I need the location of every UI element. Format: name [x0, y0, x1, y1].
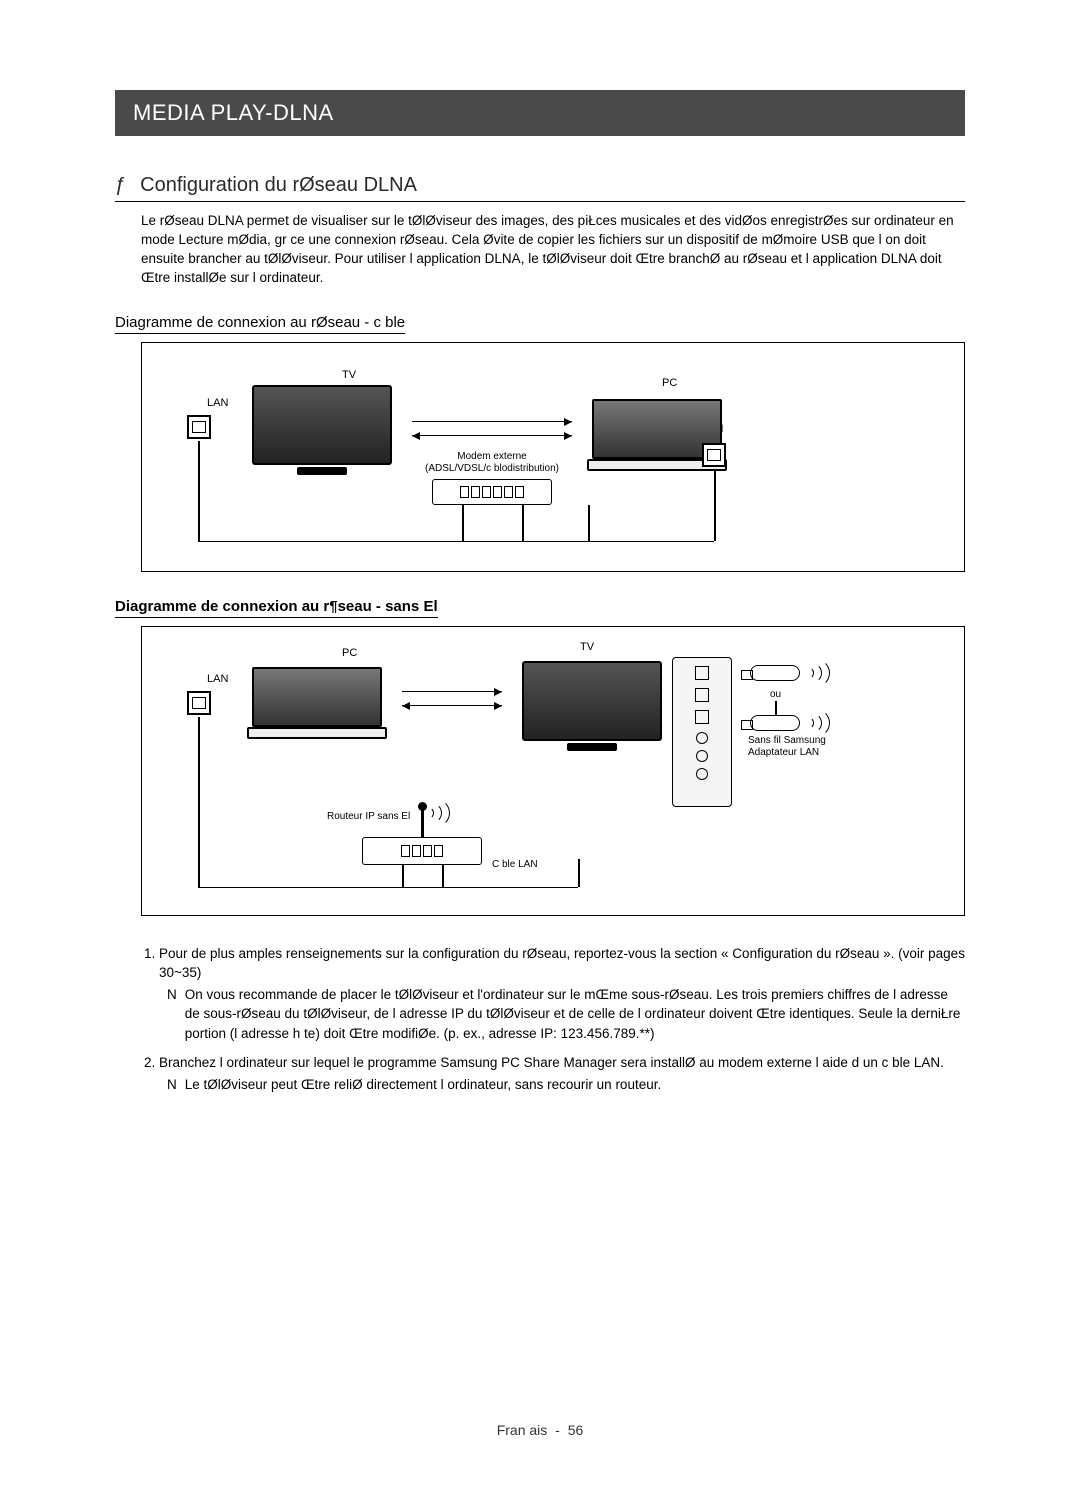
wifi-label-lan-pc: LAN	[207, 673, 228, 685]
cable-label-modem-bottom: (ADSL/VDSL/c blodistribution)	[417, 463, 567, 474]
lan-port-pc-wifi-icon	[187, 691, 211, 715]
notes-block: Pour de plus amples renseignements sur l…	[115, 944, 965, 1095]
note-item-2: Branchez l ordinateur sur lequel le prog…	[159, 1053, 965, 1094]
page-title: MEDIA PLAY-DLNA	[133, 100, 334, 125]
wifi-label-pc: PC	[342, 647, 357, 659]
wifi-label-or: ou	[770, 689, 781, 700]
cable-arrow-bottom	[412, 435, 572, 437]
page-title-bar: MEDIA PLAY-DLNA	[115, 90, 965, 136]
note-2-sub-text: Le tØlØviseur peut Œtre reliØ directemen…	[185, 1075, 661, 1095]
diagram-cable-box: TV PC LAN LAN Modem externe (ADSL/VDSL/c…	[141, 342, 965, 572]
wifi-arrow-top	[402, 691, 502, 693]
usb-dongle-bottom-icon	[750, 715, 800, 731]
modem-icon	[432, 479, 552, 505]
router-icon	[362, 837, 482, 865]
lan-port-tv-icon	[187, 415, 211, 439]
wifi-label-adapter1: Sans fil Samsung	[748, 735, 826, 746]
wifi-arrow-bottom	[402, 705, 502, 707]
diagram-cable-title: Diagramme de connexion au rØseau - c ble	[115, 314, 405, 334]
diagram-wifi-title: Diagramme de connexion au r¶seau - sans …	[115, 598, 438, 618]
router-wifi-waves-icon	[422, 797, 454, 829]
footer-page-number: 56	[568, 1422, 584, 1438]
note-1-sub-text: On vous recommande de placer le tØlØvise…	[185, 985, 965, 1044]
note-2-text: Branchez l ordinateur sur lequel le prog…	[159, 1055, 944, 1070]
cable-label-modem-top: Modem externe	[422, 451, 562, 462]
footer-dash: -	[551, 1422, 564, 1438]
cable-label-pc: PC	[662, 377, 677, 389]
dongle-wifi-waves-top-icon	[802, 657, 834, 689]
note-1-sub-marker: N	[167, 985, 177, 1044]
laptop-wifi-icon	[252, 667, 382, 742]
cable-label-lan-tv: LAN	[207, 397, 228, 409]
wifi-label-adapter2: Adaptateur LAN	[748, 747, 819, 758]
footer-lang: Fran ais	[497, 1422, 548, 1438]
note-2-sub-marker: N	[167, 1075, 177, 1095]
wifi-label-router: Routeur IP sans El	[327, 811, 410, 822]
diagram-wifi-box: PC TV LAN Routeur IP sans El C ble LAN o…	[141, 626, 965, 916]
note-1-sub: N On vous recommande de placer le tØlØvi…	[167, 985, 965, 1044]
tv-back-panel-icon	[672, 657, 732, 807]
lan-port-pc-cable-icon	[702, 443, 726, 467]
section-bullet: ƒ	[115, 174, 126, 197]
usb-dongle-top-icon	[750, 665, 800, 681]
tv-icon	[252, 385, 392, 475]
wifi-label-tv: TV	[580, 641, 594, 653]
section-heading-row: ƒ Configuration du rØseau DLNA	[115, 174, 965, 202]
dongle-connector-line	[775, 701, 777, 715]
section-intro: Le rØseau DLNA permet de visualiser sur …	[141, 212, 965, 288]
note-1-text: Pour de plus amples renseignements sur l…	[159, 946, 965, 981]
router-antenna-icon	[421, 808, 424, 838]
tv-wifi-icon	[522, 661, 662, 751]
note-2-sub: N Le tØlØviseur peut Œtre reliØ directem…	[167, 1075, 965, 1095]
cable-arrow-top	[412, 421, 572, 423]
wifi-label-lan-cable: C ble LAN	[492, 859, 538, 870]
note-item-1: Pour de plus amples renseignements sur l…	[159, 944, 965, 1044]
section-heading-text: Configuration du rØseau DLNA	[140, 174, 417, 197]
page-footer: Fran ais - 56	[0, 1422, 1080, 1438]
cable-label-tv: TV	[342, 369, 356, 381]
